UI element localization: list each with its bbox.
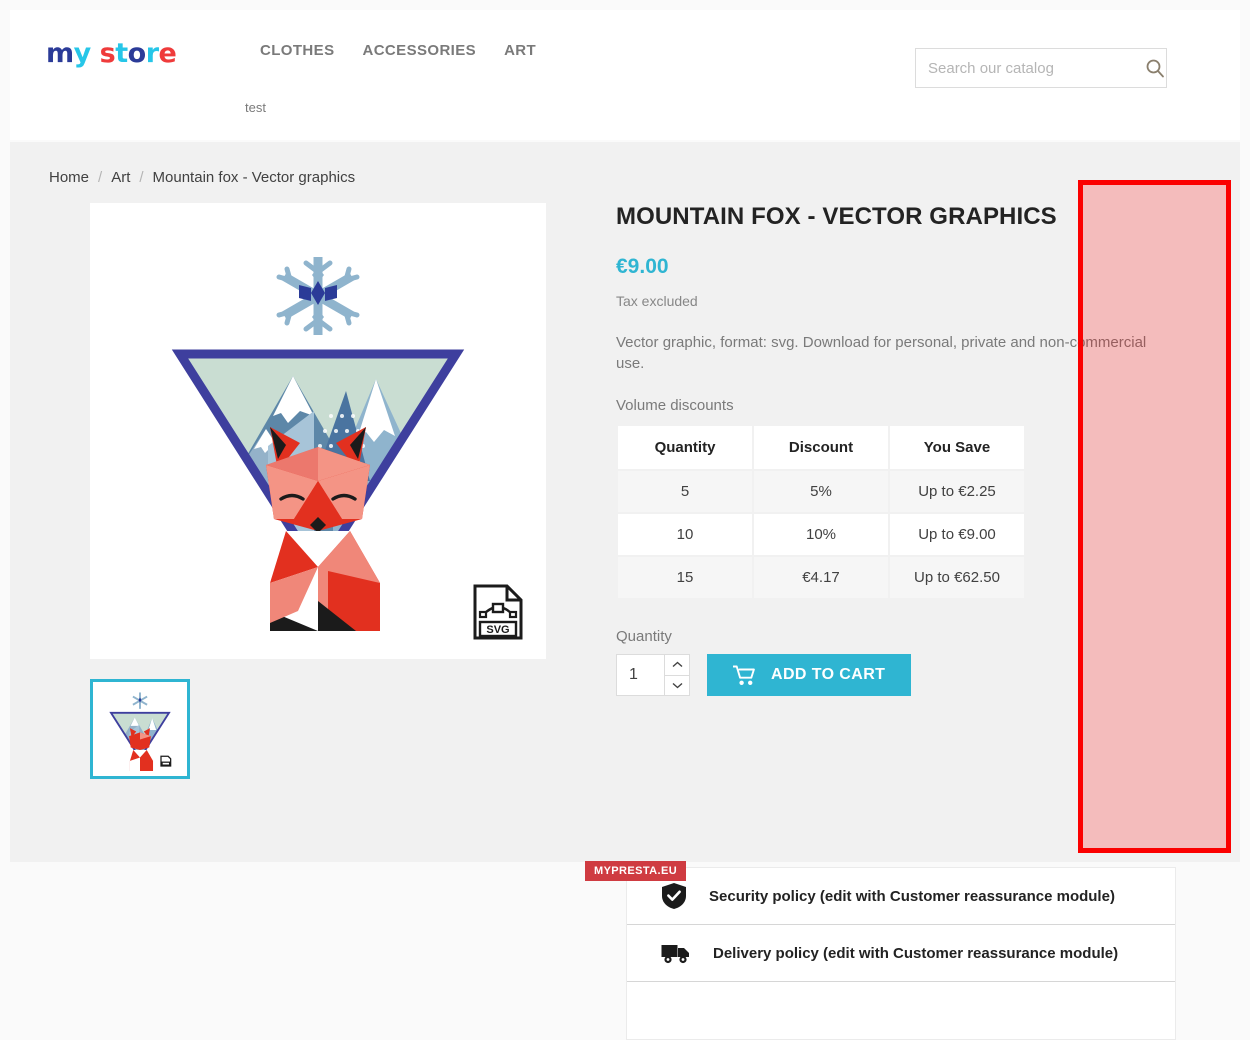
add-to-cart-button[interactable]: Add to cart [707,654,912,696]
quantity-label: Quantity [616,628,672,645]
breadcrumb: Home / Art / Mountain fox - Vector graph… [49,169,355,186]
quantity-decrement-button[interactable] [665,675,689,695]
cell-quantity: 10 [618,514,752,555]
quantity-stepper [616,654,690,696]
svg-file-badge-icon: SVG [473,584,523,640]
product-description: Vector graphic, format: svg. Download fo… [616,334,1147,372]
column-header-discount: Discount [754,426,888,469]
table-header-row: Quantity Discount You Save [618,426,1024,469]
sub-navigation: test [245,100,266,115]
add-to-cart-label: Add to cart [771,666,886,683]
shield-check-icon [662,883,686,909]
site-header: my store CLOTHES ACCESSORIES ART test [10,10,1240,140]
table-row: 5 5% Up to €2.25 [618,471,1024,512]
logo-letter: e [158,38,177,69]
quantity-input[interactable] [617,655,664,695]
search-box [915,48,1167,88]
reassurance-row-return[interactable] [627,982,1175,1039]
store-logo[interactable]: my store [46,38,177,69]
cell-you-save: Up to €2.25 [890,471,1024,512]
volume-discounts-table: Quantity Discount You Save 5 5% Up to €2… [616,424,1026,600]
logo-letter: s [99,38,116,69]
breadcrumb-separator: / [139,169,144,186]
logo-letter: m [46,38,74,69]
mountain-fox-artwork [171,257,465,631]
cell-you-save: Up to €9.00 [890,514,1024,555]
nav-item-test[interactable]: test [245,100,266,115]
nav-item-clothes[interactable]: CLOTHES [260,42,334,59]
column-header-you-save: You Save [890,426,1024,469]
page-content: Home / Art / Mountain fox - Vector graph… [10,142,1240,1040]
truck-icon [661,945,689,964]
nav-item-accessories[interactable]: ACCESSORIES [362,42,476,59]
breadcrumb-item-current: Mountain fox - Vector graphics [152,169,356,186]
purchase-controls: Add to cart [616,654,1176,696]
customer-reassurance-block: Security policy (edit with Customer reas… [626,867,1176,1040]
tax-note: Tax excluded [616,293,698,309]
table-row: 15 €4.17 Up to €62.50 [618,557,1024,598]
chevron-up-icon [672,661,682,668]
reassurance-label-security: Security policy (edit with Customer reas… [709,887,1115,905]
nav-item-art[interactable]: ART [504,42,536,59]
search-button[interactable] [1139,49,1171,87]
thumbnail-artwork-icon [109,692,172,771]
page-title: Mountain fox - Vector graphics [616,203,1057,230]
cell-discount: €4.17 [754,557,888,598]
search-icon [1146,59,1164,78]
quantity-stepper-buttons [664,655,689,695]
cell-discount: 10% [754,514,888,555]
snowflake-shape [276,257,360,335]
logo-letter: r [145,38,159,69]
product-price: €9.00 [616,255,669,278]
reassurance-row-delivery[interactable]: Delivery policy (edit with Customer reas… [627,925,1175,982]
product-info: Mountain fox - Vector graphics €9.00 Tax… [616,203,1176,696]
reassurance-label-delivery: Delivery policy (edit with Customer reas… [713,944,1119,962]
column-header-quantity: Quantity [618,426,752,469]
cell-quantity: 15 [618,557,752,598]
reassurance-row-security[interactable]: Security policy (edit with Customer reas… [627,868,1175,925]
search-input[interactable] [916,49,1139,87]
breadcrumb-separator: / [98,169,103,186]
mypresta-badge[interactable]: MYPRESTA.EU [585,861,687,881]
breadcrumb-item-art[interactable]: Art [111,169,130,186]
volume-discounts-label: Volume discounts [616,397,734,414]
cell-you-save: Up to €62.50 [890,557,1024,598]
shopping-cart-icon [733,665,755,685]
main-navigation: CLOTHES ACCESSORIES ART [260,42,536,59]
breadcrumb-item-home[interactable]: Home [49,169,89,186]
product-main-image[interactable]: SVG [90,203,546,659]
chevron-down-icon [672,682,682,689]
product-gallery: SVG [90,203,546,779]
logo-letter [91,38,100,69]
logo-letter: y [73,38,92,69]
logo-letter: o [127,38,147,69]
table-row: 10 10% Up to €9.00 [618,514,1024,555]
cell-discount: 5% [754,471,888,512]
thumbnail-strip [90,679,546,779]
quantity-increment-button[interactable] [665,655,689,676]
logo-letter: t [115,38,128,69]
svg-badge-label: SVG [486,624,509,636]
cell-quantity: 5 [618,471,752,512]
thumbnail-item-1[interactable] [90,679,190,779]
